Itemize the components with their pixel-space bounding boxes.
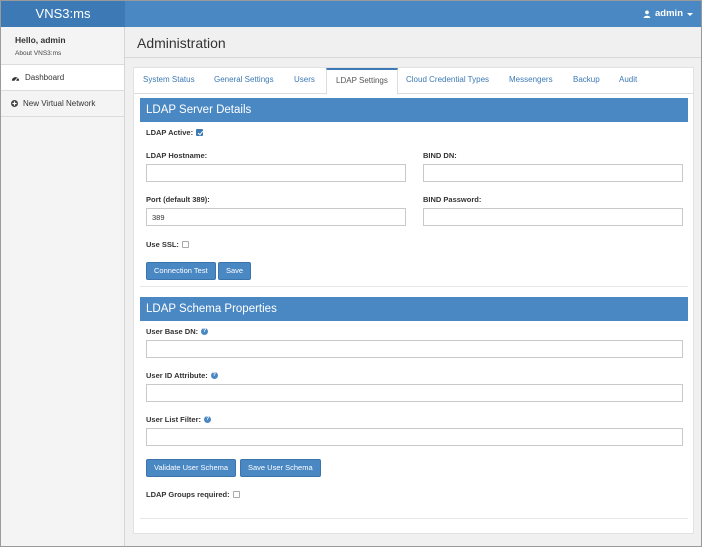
help-icon[interactable]: ?	[201, 328, 209, 335]
tab-messengers[interactable]: Messengers	[500, 68, 562, 94]
tab-general-settings[interactable]: General Settings	[205, 68, 283, 94]
section-header-ldap-schema: LDAP Schema Properties	[140, 297, 688, 321]
save-user-schema-button[interactable]: Save User Schema	[240, 459, 321, 477]
settings-panel: System Status General Settings Users LDA…	[133, 67, 694, 534]
ldap-groups-required-label: LDAP Groups required:	[146, 490, 230, 499]
ldap-groups-required-checkbox[interactable]	[232, 491, 240, 498]
user-base-dn-input[interactable]	[146, 340, 683, 358]
bind-password-input[interactable]	[423, 208, 683, 226]
app-window: VNS3:ms admin Hello, admin About VNS3:ms…	[0, 0, 702, 547]
user-name: admin	[655, 8, 683, 19]
user-base-dn-row: User Base DN: ?	[146, 327, 209, 336]
ldap-active-row: LDAP Active:	[146, 128, 204, 137]
user-id-attribute-input[interactable]	[146, 384, 683, 402]
port-label: Port (default 389):	[146, 195, 210, 204]
sidebar-item-label: Dashboard	[25, 72, 65, 82]
help-icon[interactable]: ?	[204, 416, 212, 423]
help-icon[interactable]: ?	[210, 372, 218, 379]
use-ssl-label: Use SSL:	[146, 240, 179, 249]
ldap-groups-required-row: LDAP Groups required:	[146, 490, 240, 499]
user-list-filter-label: User List Filter:	[146, 415, 202, 424]
page-title: Administration	[137, 35, 226, 51]
tab-ldap-settings[interactable]: LDAP Settings	[326, 68, 398, 95]
ldap-hostname-input[interactable]	[146, 164, 406, 182]
admin-tabs: System Status General Settings Users LDA…	[134, 68, 693, 95]
greeting: Hello, admin	[15, 35, 66, 45]
user-list-filter-input[interactable]	[146, 428, 683, 446]
divider	[140, 518, 688, 519]
user-id-attribute-row: User ID Attribute: ?	[146, 371, 218, 380]
tab-audit[interactable]: Audit	[610, 68, 646, 94]
user-icon	[643, 10, 651, 18]
caret-down-icon	[687, 11, 693, 17]
sidebar-header: Hello, admin About VNS3:ms	[1, 27, 124, 65]
tab-users[interactable]: Users	[285, 68, 324, 94]
user-list-filter-row: User List Filter: ?	[146, 415, 212, 424]
connection-test-button[interactable]: Connection Test	[146, 262, 216, 280]
sidebar-item-label: New Virtual Network	[23, 98, 96, 108]
ldap-hostname-label: LDAP Hostname:	[146, 151, 208, 160]
tab-system-status[interactable]: System Status	[134, 68, 204, 94]
tab-cloud-credential-types[interactable]: Cloud Credential Types	[397, 68, 498, 94]
port-input[interactable]	[146, 208, 406, 226]
about-link[interactable]: About VNS3:ms	[15, 50, 124, 57]
ldap-active-checkbox[interactable]	[196, 129, 204, 136]
use-ssl-row: Use SSL:	[146, 240, 189, 249]
divider	[125, 57, 701, 58]
validate-user-schema-button[interactable]: Validate User Schema	[146, 459, 237, 477]
section-header-ldap-server: LDAP Server Details	[140, 98, 688, 122]
bind-dn-label: BIND DN:	[423, 151, 457, 160]
tab-backup[interactable]: Backup	[564, 68, 609, 94]
user-base-dn-label: User Base DN:	[146, 327, 199, 336]
divider	[140, 286, 688, 287]
plus-circle-icon	[11, 100, 18, 107]
top-navbar: VNS3:ms admin	[1, 1, 701, 27]
user-menu[interactable]: admin	[643, 1, 693, 27]
dashboard-icon	[11, 74, 20, 82]
bind-password-label: BIND Password:	[423, 195, 482, 204]
sidebar-item-new-virtual-network[interactable]: New Virtual Network	[1, 91, 124, 117]
use-ssl-checkbox[interactable]	[181, 241, 189, 248]
save-button[interactable]: Save	[218, 262, 252, 280]
brand-logo[interactable]: VNS3:ms	[1, 1, 125, 27]
sidebar: Hello, admin About VNS3:ms Dashboard New…	[1, 27, 125, 546]
bind-dn-input[interactable]	[423, 164, 683, 182]
ldap-active-label: LDAP Active:	[146, 128, 194, 137]
user-id-attribute-label: User ID Attribute:	[146, 371, 208, 380]
sidebar-item-dashboard[interactable]: Dashboard	[1, 65, 124, 91]
